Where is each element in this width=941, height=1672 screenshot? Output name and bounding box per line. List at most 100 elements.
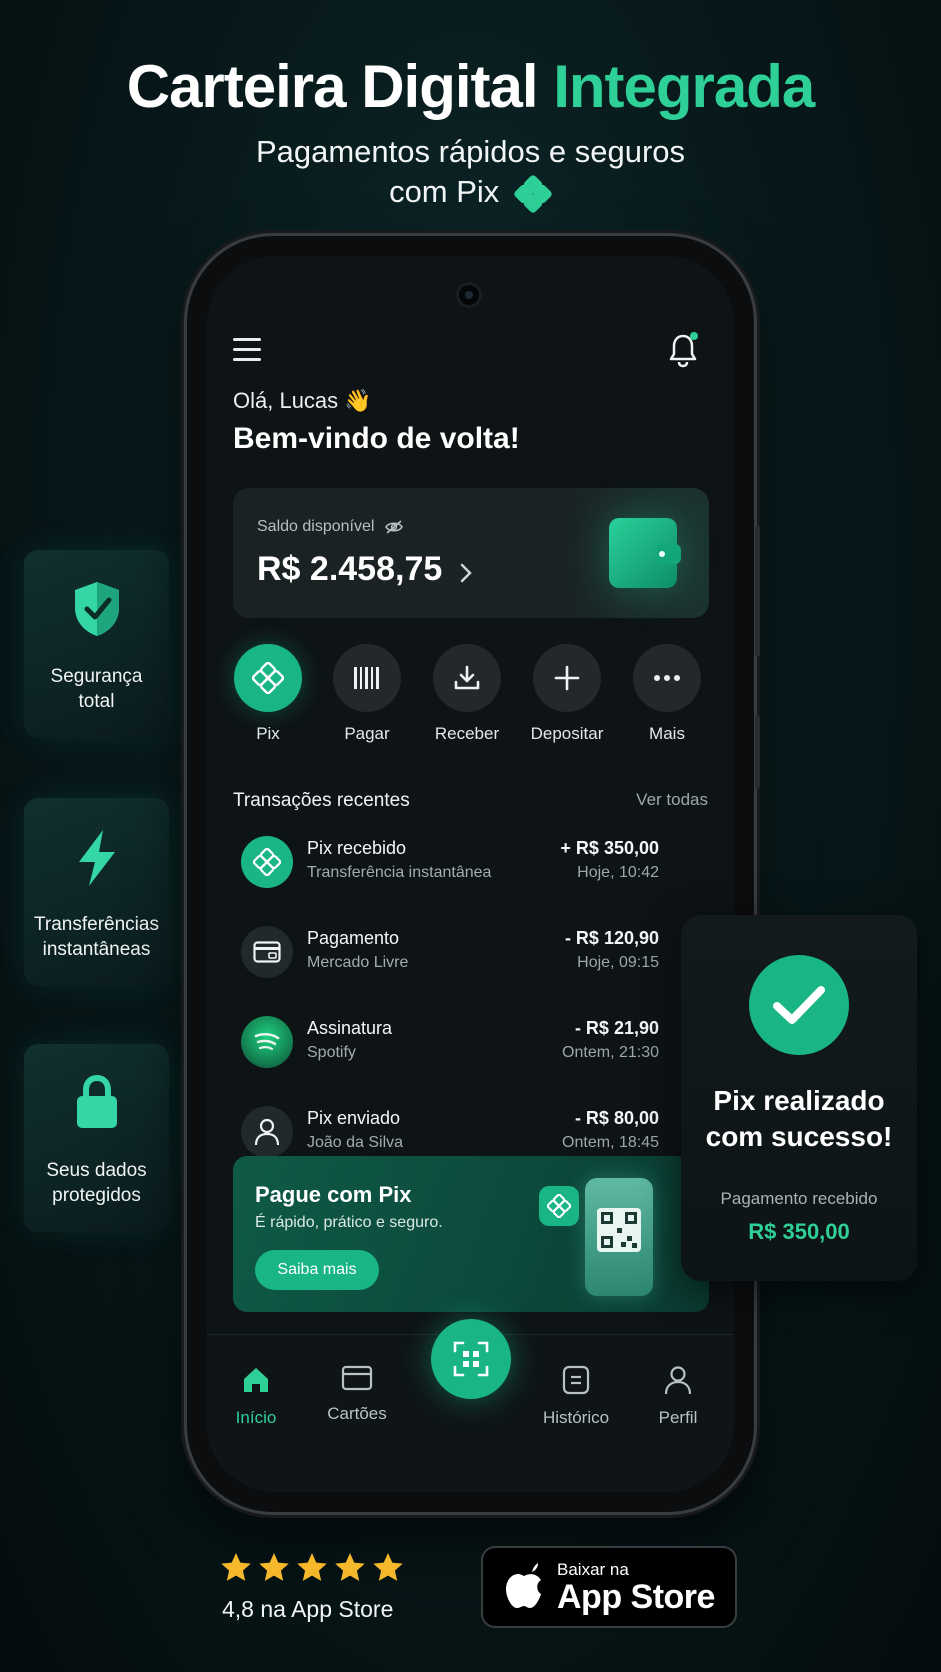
store-small-label: Baixar na <box>557 1560 629 1579</box>
transaction-amount: - R$ 21,90 <box>574 1018 659 1038</box>
transaction-amount: - R$ 80,00 <box>574 1108 659 1128</box>
action-pay[interactable]: Pagar <box>327 644 407 744</box>
action-label: Mais <box>649 724 685 743</box>
card-icon <box>341 1365 373 1391</box>
transaction-amount: - R$ 120,90 <box>564 928 659 948</box>
transaction-desc: Mercado Livre <box>307 954 409 971</box>
scan-qr-button[interactable] <box>431 1319 511 1399</box>
transactions-title: Transações recentes <box>233 790 410 811</box>
badge-label: Seus dados <box>46 1160 147 1181</box>
welcome-title: Bem-vindo de volta! <box>233 422 520 455</box>
pix-icon <box>252 662 284 694</box>
promo-desc: É rápido, prático e seguro. <box>255 1214 443 1231</box>
menu-button[interactable] <box>233 338 261 362</box>
qr-scan-icon <box>453 1341 489 1377</box>
history-icon <box>562 1365 590 1395</box>
nav-history[interactable]: Histórico <box>531 1365 621 1428</box>
lock-icon <box>76 1074 117 1128</box>
transaction-date: Ontem, 21:30 <box>562 1044 659 1061</box>
action-pix[interactable]: Pix <box>228 644 308 744</box>
app-store-button[interactable]: Baixar na App Store <box>483 1548 735 1626</box>
rating-stars <box>220 1552 404 1583</box>
power-button <box>755 716 760 788</box>
badge-data: Seus dados protegidos <box>24 1044 169 1232</box>
action-more[interactable]: Mais <box>627 644 707 744</box>
action-label: Pix <box>256 724 280 743</box>
balance-card[interactable]: Saldo disponível R$ 2.458,75 <box>233 488 709 618</box>
apple-icon <box>506 1563 541 1608</box>
eye-off-icon[interactable] <box>384 520 403 534</box>
transaction-desc: Spotify <box>307 1044 356 1061</box>
more-icon <box>654 675 680 681</box>
success-title-line1: Pix realizado <box>713 1085 885 1116</box>
success-popup: Pix realizado com sucesso! Pagamento rec… <box>681 915 917 1281</box>
balance-value: R$ 2.458,75 <box>257 550 443 588</box>
shield-icon <box>74 582 119 636</box>
nav-label: Histórico <box>542 1408 610 1427</box>
success-title: Pix realizado com sucesso! <box>681 1083 917 1155</box>
subtitle: Pagamentos rápidos e seguros com Pix <box>0 132 941 213</box>
learn-more-button[interactable]: Saiba mais <box>255 1250 379 1290</box>
badge-label: total <box>78 691 115 712</box>
nav-home[interactable]: Início <box>211 1365 301 1428</box>
chevron-right-icon[interactable] <box>459 562 473 584</box>
user-icon <box>664 1366 692 1395</box>
plus-icon <box>554 665 580 691</box>
bottom-nav: Início Cartões Histórico Perfil <box>207 1319 734 1492</box>
qr-code-icon <box>597 1208 641 1252</box>
nav-label: Início <box>235 1408 277 1427</box>
badge-transfers: Transferências instantâneas <box>24 798 169 986</box>
transaction-row[interactable]: Pix recebido Transferência instantânea +… <box>233 824 709 904</box>
transaction-desc: João da Silva <box>307 1134 404 1151</box>
store-big-label: App Store <box>557 1578 715 1616</box>
barcode-icon <box>354 667 379 689</box>
star-icon <box>221 1553 251 1581</box>
transaction-name: Assinatura <box>307 1018 393 1038</box>
user-icon <box>254 1118 280 1146</box>
subtitle-line1: Pagamentos rápidos e seguros <box>255 134 686 169</box>
wallet-icon <box>609 518 681 588</box>
action-label: Depositar <box>530 724 604 743</box>
notifications-button[interactable] <box>667 332 699 368</box>
action-receive[interactable]: Receber <box>427 644 507 744</box>
pix-icon <box>253 848 281 876</box>
success-title-line2: com sucesso! <box>705 1121 893 1152</box>
check-circle-icon <box>749 955 849 1055</box>
transaction-name: Pagamento <box>307 928 400 948</box>
app-screen: Olá, Lucas 👋 Bem-vindo de volta! Saldo d… <box>207 256 734 1492</box>
download-icon <box>454 665 480 690</box>
transaction-amount: + R$ 350,00 <box>560 838 659 858</box>
pix-icon <box>539 1186 579 1226</box>
card-icon <box>253 941 281 963</box>
transaction-desc: Transferência instantânea <box>307 864 492 881</box>
promo-banner[interactable]: Pague com Pix É rápido, prático e seguro… <box>233 1156 709 1312</box>
badge-label: protegidos <box>52 1185 141 1206</box>
success-label: Pagamento recebido <box>720 1189 878 1208</box>
bell-icon <box>669 332 698 368</box>
nav-profile[interactable]: Perfil <box>633 1365 723 1428</box>
phone-illustration <box>585 1178 653 1296</box>
headline-accent: Integrada <box>553 53 815 120</box>
rating-text: 4,8 na App Store <box>222 1596 394 1622</box>
star-icon <box>259 1553 289 1581</box>
subtitle-line2: com Pix <box>0 172 941 213</box>
action-deposit[interactable]: Depositar <box>527 644 607 744</box>
phone-frame: Olá, Lucas 👋 Bem-vindo de volta! Saldo d… <box>187 236 760 1512</box>
transaction-row[interactable]: Assinatura Spotify - R$ 21,90 Ontem, 21:… <box>233 1004 709 1084</box>
pix-icon <box>514 175 552 213</box>
greeting: Olá, Lucas 👋 <box>233 388 372 413</box>
badge-label: Transferências <box>34 914 159 935</box>
transaction-name: Pix enviado <box>307 1108 401 1128</box>
spotify-icon <box>254 1032 280 1051</box>
see-all-link[interactable]: Ver todas <box>636 790 708 810</box>
action-label: Pagar <box>344 724 390 743</box>
nav-label: Perfil <box>658 1408 698 1427</box>
transaction-date: Hoje, 09:15 <box>577 954 659 971</box>
headline: Carteira Digital Integrada <box>0 52 941 121</box>
hamburger-icon <box>233 338 261 361</box>
transaction-row[interactable]: Pagamento Mercado Livre - R$ 120,90 Hoje… <box>233 914 709 994</box>
nav-cards[interactable]: Cartões <box>312 1365 402 1424</box>
headline-main: Carteira Digital <box>126 53 539 120</box>
nav-label: Cartões <box>327 1404 387 1423</box>
promo-title: Pague com Pix <box>255 1182 412 1207</box>
